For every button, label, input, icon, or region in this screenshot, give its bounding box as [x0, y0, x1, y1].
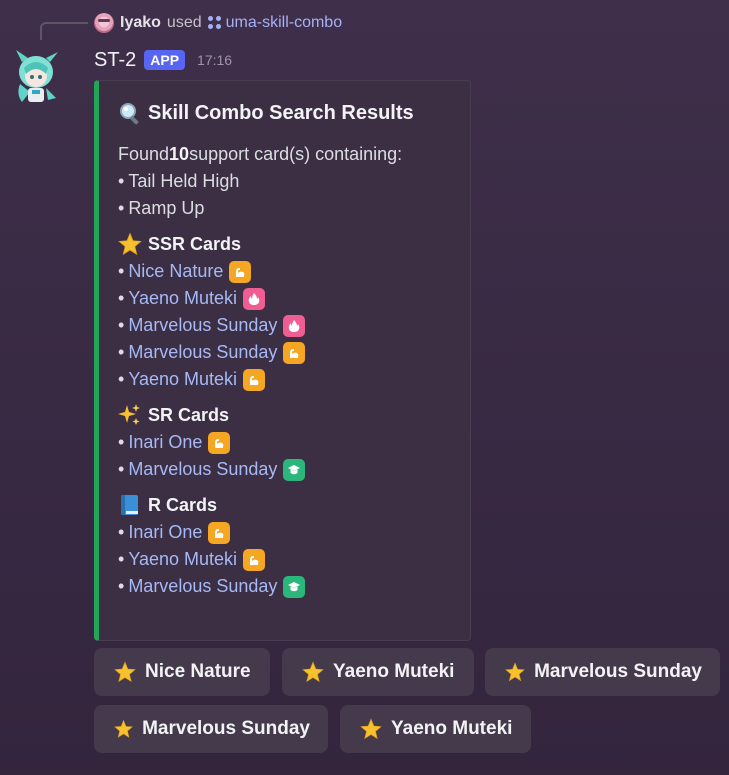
bullet: •: [118, 522, 125, 542]
found-prefix: Found: [118, 144, 170, 164]
button-label: Marvelous Sunday: [534, 661, 702, 682]
card-button-nice-nature[interactable]: Nice Nature: [94, 648, 270, 696]
star-icon: [360, 718, 382, 740]
card-link[interactable]: Marvelous Sunday: [128, 456, 277, 483]
bullet: •: [118, 576, 125, 596]
card-item: • Yaeno Muteki: [118, 546, 452, 573]
card-item: • Yaeno Muteki: [118, 366, 452, 393]
card-link[interactable]: Marvelous Sunday: [128, 312, 277, 339]
skill-item: • Tail Held High: [118, 168, 452, 195]
card-button-marvelous-sunday[interactable]: Marvelous Sunday: [485, 648, 720, 696]
found-summary: Found 10 support card(s) containing:: [118, 141, 452, 168]
power-type-icon: [243, 368, 266, 391]
reply-connector: [40, 22, 88, 40]
sparkles-icon: [118, 403, 142, 427]
power-type-icon: [283, 341, 306, 364]
bullet: •: [118, 288, 125, 308]
found-suffix: support card(s) containing:: [189, 144, 403, 164]
star-icon: [118, 232, 142, 256]
card-item: • Marvelous Sunday: [118, 312, 452, 339]
bullet: •: [118, 261, 125, 281]
section-title: SSR Cards: [148, 233, 242, 254]
button-label: Yaeno Muteki: [333, 661, 455, 682]
bullet: •: [118, 459, 125, 479]
bullet: •: [118, 171, 125, 191]
card-link[interactable]: Marvelous Sunday: [128, 573, 277, 600]
button-label: Yaeno Muteki: [391, 718, 513, 739]
card-item: • Inari One: [118, 519, 452, 546]
button-label: Nice Nature: [145, 661, 251, 682]
power-type-icon: [208, 521, 231, 544]
reply-verb: used: [166, 14, 202, 31]
card-link[interactable]: Marvelous Sunday: [128, 339, 277, 366]
message-header: ST-2 APP 17:16: [94, 47, 232, 73]
card-item: • Marvelous Sunday: [118, 456, 452, 483]
card-link[interactable]: Yaeno Muteki: [128, 366, 237, 393]
card-link[interactable]: Yaeno Muteki: [128, 285, 237, 312]
skill-list: • Tail Held High • Ramp Up: [118, 168, 452, 222]
section-heading: SR Cards: [118, 402, 452, 428]
card-link[interactable]: Inari One: [128, 519, 202, 546]
guts-type-icon: [243, 287, 266, 310]
bullet: •: [118, 198, 125, 218]
skill-name: Tail Held High: [128, 171, 240, 191]
card-item: • Marvelous Sunday: [118, 573, 452, 600]
bullet: •: [118, 315, 125, 335]
found-count: 10: [169, 144, 190, 164]
card-button-yaeno-muteki[interactable]: Yaeno Muteki: [282, 648, 474, 696]
bullet: •: [118, 432, 125, 452]
slash-command[interactable]: uma-skill-combo: [207, 14, 342, 32]
bullet: •: [118, 549, 125, 569]
power-type-icon: [229, 260, 252, 283]
section-title: R Cards: [148, 494, 218, 515]
magnifying-glass-icon: [118, 101, 142, 125]
bot-avatar[interactable]: [12, 48, 60, 104]
card-item: • Nice Nature: [118, 258, 452, 285]
card-link[interactable]: Yaeno Muteki: [128, 546, 237, 573]
star-icon: [114, 661, 136, 683]
section-heading: R Cards: [118, 492, 452, 518]
bullet: •: [118, 342, 125, 362]
embed-title: Skill Combo Search Results: [118, 99, 452, 127]
card-item: • Yaeno Muteki: [118, 285, 452, 312]
power-type-icon: [208, 431, 231, 454]
reply-username[interactable]: Iyako: [120, 14, 161, 32]
app-badge: APP: [144, 50, 186, 70]
guts-type-icon: [283, 314, 306, 337]
skill-item: • Ramp Up: [118, 195, 452, 222]
star-icon: [302, 661, 324, 683]
power-type-icon: [243, 548, 266, 571]
wit-type-icon: [283, 458, 306, 481]
wit-type-icon: [283, 575, 306, 598]
blue-book-icon: [118, 493, 142, 517]
embed-title-text: Skill Combo Search Results: [148, 101, 414, 124]
star-icon: [114, 719, 133, 738]
bot-name[interactable]: ST-2: [94, 49, 136, 72]
reply-context[interactable]: Iyako used uma-skill-combo: [94, 12, 342, 34]
command-icon: [207, 16, 222, 30]
card-link[interactable]: Inari One: [128, 429, 202, 456]
timestamp[interactable]: 17:16: [197, 52, 232, 68]
card-button-marvelous-sunday[interactable]: Marvelous Sunday: [94, 705, 328, 753]
skill-name: Ramp Up: [128, 198, 205, 218]
card-button-yaeno-muteki[interactable]: Yaeno Muteki: [340, 705, 531, 753]
section-heading: SSR Cards: [118, 231, 452, 257]
star-icon: [505, 662, 525, 682]
card-sections: SSR Cards • Nice Nature • Yaeno Muteki • Marve…: [118, 231, 452, 600]
command-name[interactable]: uma-skill-combo: [226, 14, 342, 32]
card-link[interactable]: Nice Nature: [128, 258, 223, 285]
button-label: Marvelous Sunday: [142, 718, 310, 739]
card-item: • Inari One: [118, 429, 452, 456]
card-item: • Marvelous Sunday: [118, 339, 452, 366]
user-avatar-small[interactable]: [94, 13, 114, 33]
bullet: •: [118, 369, 125, 389]
embed-card: Skill Combo Search Results Found 10 supp…: [94, 80, 471, 641]
section-title: SR Cards: [148, 404, 230, 425]
